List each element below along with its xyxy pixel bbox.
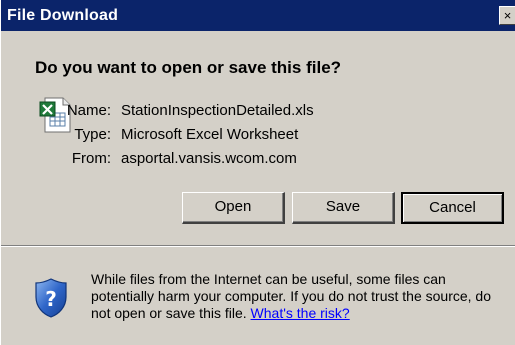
- file-type-row: Type:: [1, 126, 111, 146]
- save-button[interactable]: Save: [292, 192, 395, 224]
- file-name-row: Name:: [1, 102, 111, 122]
- file-download-dialog: File Download × Do you want to open or s…: [0, 0, 515, 345]
- title-bar[interactable]: File Download ×: [1, 0, 515, 31]
- file-source-value: asportal.vansis.wcom.com: [121, 150, 297, 167]
- close-button[interactable]: ×: [499, 6, 515, 25]
- separator-highlight: [1, 246, 515, 247]
- type-label: Type:: [74, 126, 111, 143]
- file-source-row: From:: [1, 150, 111, 170]
- open-or-save-question: Do you want to open or save this file?: [35, 58, 342, 77]
- security-shield-question-icon: ?: [35, 278, 67, 318]
- svg-text:?: ?: [45, 287, 57, 311]
- file-type-value: Microsoft Excel Worksheet: [121, 126, 299, 143]
- name-label: Name:: [66, 102, 111, 119]
- file-name-value: StationInspectionDetailed.xls: [121, 102, 314, 119]
- security-warning: While files from the Internet can be use…: [91, 271, 509, 322]
- window-title: File Download: [7, 7, 119, 24]
- cancel-button[interactable]: Cancel: [401, 192, 504, 224]
- close-icon: ×: [503, 8, 512, 23]
- from-label: From:: [71, 150, 111, 167]
- open-button[interactable]: Open: [182, 192, 285, 224]
- whats-the-risk-link[interactable]: What's the risk?: [251, 305, 350, 321]
